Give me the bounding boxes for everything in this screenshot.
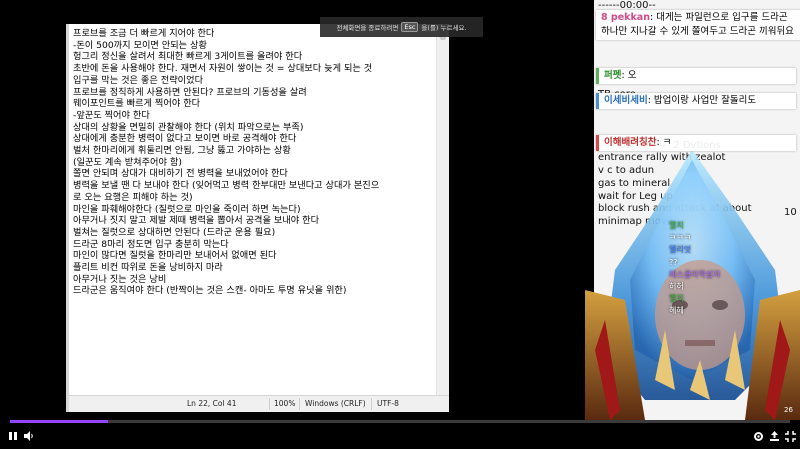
video-player[interactable]: 프로브를 조금 더 빠르게 지어야 한다 -돈이 500까지 모이면 안되는 상황… bbox=[0, 0, 800, 449]
chat-message: 이해배려칭찬: ㅋ bbox=[596, 135, 796, 151]
notepad-line: 아무거나 짓지 말고 제발 제때 병력을 뽑아서 공격을 보내야 한다 bbox=[73, 215, 320, 227]
notepad-line: 드라군 8마리 정도면 입구 충분히 막는다 bbox=[73, 238, 229, 250]
viewer-count-badge: 26 bbox=[784, 406, 793, 414]
notepad-line: 아무거나 짓는 것은 낭비 bbox=[73, 273, 167, 285]
volume-icon[interactable] bbox=[23, 431, 35, 444]
mini-chat-line: ?? bbox=[669, 257, 678, 267]
notepad-line: -돈이 500까지 모이면 안되는 상황 bbox=[73, 39, 207, 51]
notepad-line: 마인이 많다면 질럿을 한마리만 보내어서 없애면 된다 bbox=[73, 250, 277, 262]
status-line-ending: Windows (CRLF) bbox=[305, 399, 366, 408]
toast-esc-key: Esc bbox=[401, 22, 419, 32]
notepad-line: 쫄면 안되며 상대가 대비하기 전 병력을 보내었어야 한다 bbox=[73, 168, 288, 180]
notepad-line: 헝그리 정신을 살려서 최대한 빠르게 3게이트를 올려야 한다 bbox=[73, 51, 303, 63]
notepad-line: 벌처 한마리에게 휘둘리면 안됨, 그냥 뚫고 가야하는 상황 bbox=[73, 145, 291, 157]
seek-bar[interactable] bbox=[10, 420, 790, 423]
toast-prefix: 전체화면을 종료하려면 bbox=[336, 24, 399, 32]
chat-nick: 이해배려칭찬 bbox=[604, 137, 657, 148]
pause-icon[interactable] bbox=[8, 431, 18, 444]
notepad-line: 마인을 파훼해야한다 (질럿으로 마인을 죽이러 하면 녹는다) bbox=[73, 203, 301, 215]
chat-text: : 밥업이랑 사업만 잘돌리도 bbox=[647, 95, 757, 106]
mini-chat-line: ㅋㅋㅋ bbox=[669, 233, 692, 243]
mini-chat-line: 테스클라학살자 bbox=[669, 269, 721, 279]
fullscreen-exit-toast: 전체화면을 종료하려면 Esc 을(를) 누르세요. bbox=[320, 17, 483, 37]
chat-message: 8 pekkan: 대게는 파일런으로 입구를 드라곤 하나만 지나갈 수 있게… bbox=[596, 10, 800, 40]
share-icon[interactable] bbox=[769, 431, 780, 445]
mini-chat-line: 멸치 bbox=[669, 221, 684, 230]
notepad-status-bar: Ln 22, Col 41 100% Windows (CRLF) UTF-8 bbox=[69, 395, 449, 412]
toast-suffix: 을(를) 누르세요. bbox=[421, 24, 467, 32]
status-zoom: 100% bbox=[274, 399, 296, 408]
chat-nick: 8 pekkan bbox=[601, 12, 650, 23]
mini-chat-list: 멸치 ㅋㅋㅋ 엘리엇?? 테스클라학살자 허허 멸치 헤헤 bbox=[669, 220, 721, 318]
status-position: Ln 22, Col 41 bbox=[187, 399, 237, 408]
chat-nick: 이세비세비 bbox=[604, 95, 648, 106]
chat-text: : ㅋ bbox=[656, 137, 672, 148]
mini-chat-line: 헤헤 bbox=[669, 306, 684, 316]
notepad-line: 입구를 막는 것은 좋은 전략이었다 bbox=[73, 74, 204, 86]
chat-nick: 퍼펫 bbox=[604, 70, 622, 81]
build-order-line bbox=[598, 114, 752, 127]
notepad-window: 프로브를 조금 더 빠르게 지어야 한다 -돈이 500까지 모이면 안되는 상황… bbox=[66, 24, 449, 412]
settings-gear-icon[interactable] bbox=[753, 431, 764, 445]
seek-bar-fill bbox=[10, 420, 109, 423]
notepad-line: 상대의 상황을 면밀히 관찰해야 한다 (위치 파악으로는 부족) bbox=[73, 121, 304, 133]
notepad-text-area[interactable]: 프로브를 조금 더 빠르게 지어야 한다 -돈이 500까지 모이면 안되는 상황… bbox=[73, 28, 435, 396]
notepad-line: 웨이포인트를 빠르게 찍어야 한다 bbox=[73, 98, 201, 110]
chat-message: 퍼펫: 오 bbox=[596, 68, 796, 84]
chat-message: 이세비세비: 밥업이랑 사업만 잘돌리도 bbox=[596, 93, 796, 109]
notepad-line: 벌쳐는 질럿으로 상대하면 안된다 (드라군 운용 필요) bbox=[73, 226, 276, 238]
notepad-line: -앞꾼도 찍어야 한다 bbox=[73, 109, 150, 121]
notepad-line: (일꾼도 계속 받쳐주어야 함) bbox=[73, 156, 182, 168]
build-order-line bbox=[598, 51, 752, 64]
mini-chat-line: 멸치 bbox=[669, 294, 684, 304]
notepad-line: 병력을 보낼 땐 다 보내야 한다 (잊어먹고 병력 한부대만 보낸다고 상대가… bbox=[73, 180, 380, 192]
exit-fullscreen-icon[interactable] bbox=[785, 431, 796, 445]
notepad-line: 상대에게 충분한 병력이 없다고 보이면 바로 공격해야 한다 bbox=[73, 133, 297, 145]
notepad-line: 플리트 비컨 따위로 돈을 낭비하지 마라 bbox=[73, 262, 223, 274]
notepad-line: 프로브를 정직하게 사용하면 안된다? 프로브의 기동성을 살려 bbox=[73, 86, 307, 98]
build-order-line bbox=[598, 38, 752, 51]
notepad-line: 초반에 돈을 사용해야 한다. 재면서 자원이 쌓이는 것 = 상대보다 늦게 … bbox=[73, 63, 373, 75]
notepad-vertical-scrollbar[interactable] bbox=[436, 24, 449, 396]
mini-chat-line: 허허 bbox=[669, 282, 684, 292]
notepad-line: 로 오는 요행은 피해야 하는 것) bbox=[73, 191, 193, 203]
chat-text: : 오 bbox=[621, 70, 637, 81]
notepad-line: 드라군은 움직여야 한다 (반짝이는 것은 스캔- 아마도 투명 유닛을 위한) bbox=[73, 285, 347, 297]
mini-chat-line: 엘리엇 bbox=[669, 245, 692, 255]
status-encoding: UTF-8 bbox=[377, 399, 399, 408]
